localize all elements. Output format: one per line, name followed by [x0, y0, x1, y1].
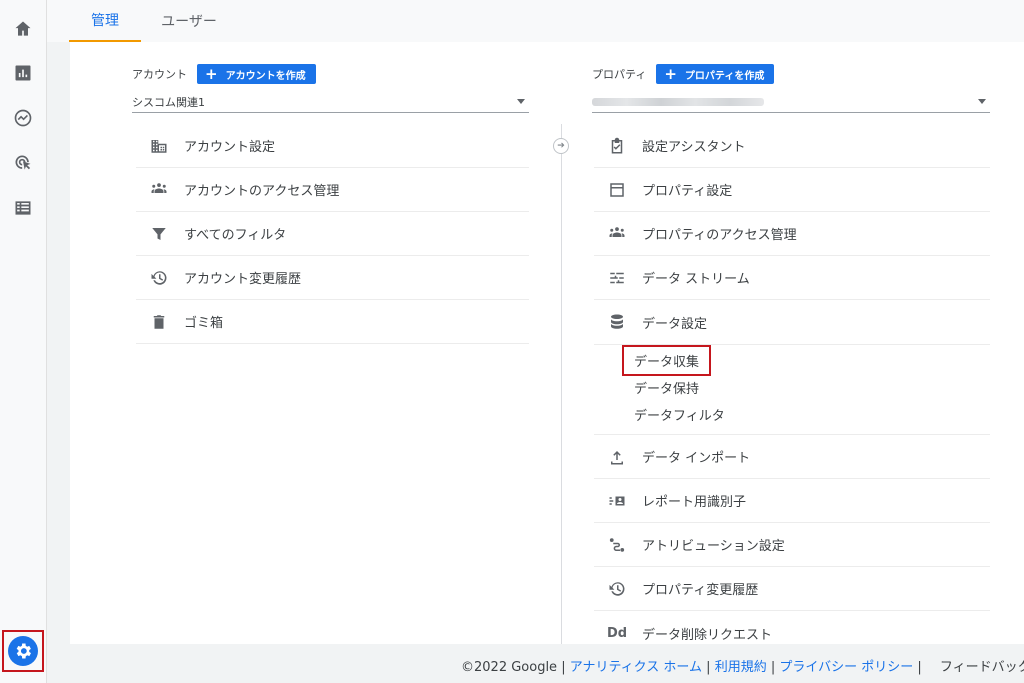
- data-deletion-item[interactable]: Dd データ削除リクエスト: [594, 611, 990, 655]
- attribution-settings-item[interactable]: アトリビューション設定: [594, 523, 990, 567]
- create-property-label: プロパティを作成: [684, 70, 765, 82]
- data-retention-item[interactable]: データ保持: [594, 374, 990, 401]
- reporting-identity-item[interactable]: レポート用識別子: [594, 479, 990, 523]
- copyright: ©2022 Google |: [461, 660, 570, 675]
- account-settings-label: アカウント設定: [184, 140, 276, 155]
- data-streams-label: データ ストリーム: [642, 272, 750, 287]
- attribution-settings-label: アトリビューション設定: [642, 539, 785, 554]
- configure-icon[interactable]: [8, 193, 38, 223]
- data-collection-item[interactable]: データ収集: [594, 345, 990, 376]
- property-history-label: プロパティ変更履歴: [642, 583, 759, 598]
- admin-panel: アカウント + アカウントを作成 シスコム関連1 アカウント設定 アカウントのア…: [70, 42, 1024, 644]
- account-header: アカウント + アカウントを作成: [132, 63, 316, 85]
- admin-settings-button[interactable]: [2, 630, 44, 672]
- create-property-button[interactable]: + プロパティを作成: [656, 64, 775, 84]
- tab-bar: 管理 ユーザー: [47, 0, 1024, 42]
- property-access-label: プロパティのアクセス管理: [642, 228, 797, 243]
- home-icon[interactable]: [8, 14, 38, 44]
- property-history-item[interactable]: プロパティ変更履歴: [594, 567, 990, 611]
- account-label: アカウント: [132, 68, 187, 81]
- property-menu: 設定アシスタント プロパティ設定 プロパティのアクセス管理 データ ストリーム …: [594, 124, 990, 655]
- all-filters-label: すべてのフィルタ: [184, 228, 287, 243]
- people-icon: [144, 181, 174, 199]
- data-settings-label: データ設定: [642, 316, 708, 332]
- setup-assistant-item[interactable]: 設定アシスタント: [594, 124, 990, 168]
- tab-admin[interactable]: 管理: [69, 0, 141, 42]
- footer-separator: |: [766, 660, 780, 675]
- property-header: プロパティ + プロパティを作成: [592, 63, 775, 85]
- checklist-icon: [602, 137, 632, 155]
- footer-separator: |: [913, 660, 926, 675]
- history-icon: [602, 580, 632, 598]
- account-menu: アカウント設定 アカウントのアクセス管理 すべてのフィルタ アカウント変更履歴 …: [136, 124, 529, 344]
- plus-icon: +: [664, 64, 677, 83]
- data-deletion-label: データ削除リクエスト: [642, 627, 773, 643]
- terms-link[interactable]: 利用規約: [715, 660, 767, 675]
- history-icon: [144, 269, 174, 287]
- data-import-item[interactable]: データ インポート: [594, 435, 990, 479]
- data-collection-label: データ収集: [622, 345, 712, 376]
- data-settings-submenu: データ収集 データ保持 データフィルタ: [594, 344, 990, 435]
- identity-icon: [602, 492, 632, 510]
- arrow-right-icon[interactable]: ➔: [553, 138, 569, 154]
- all-filters-item[interactable]: すべてのフィルタ: [136, 212, 529, 256]
- layout-icon: [602, 181, 632, 199]
- trash-label: ゴミ箱: [184, 316, 224, 331]
- property-selector[interactable]: [592, 91, 990, 113]
- stream-icon: [602, 269, 632, 287]
- data-streams-item[interactable]: データ ストリーム: [594, 256, 990, 300]
- advertising-icon[interactable]: [8, 148, 38, 178]
- setup-assistant-label: 設定アシスタント: [642, 140, 746, 155]
- left-nav-rail: [0, 0, 47, 683]
- dropdown-caret-icon: [517, 99, 525, 104]
- dd-icon: Dd: [606, 625, 628, 641]
- people-icon: [602, 225, 632, 243]
- column-divider: [561, 124, 562, 644]
- property-label: プロパティ: [592, 68, 647, 81]
- blurred-property-name: [592, 97, 764, 106]
- account-access-item[interactable]: アカウントのアクセス管理: [136, 168, 529, 212]
- account-selector[interactable]: シスコム関連1: [132, 91, 529, 113]
- trash-item[interactable]: ゴミ箱: [136, 300, 529, 344]
- reports-icon[interactable]: [8, 58, 38, 88]
- account-history-item[interactable]: アカウント変更履歴: [136, 256, 529, 300]
- account-access-label: アカウントのアクセス管理: [184, 184, 340, 199]
- data-settings-item[interactable]: データ設定: [594, 300, 990, 344]
- account-selected: シスコム関連1: [132, 95, 205, 109]
- tab-user[interactable]: ユーザー: [145, 0, 233, 42]
- footer-separator: |: [702, 660, 715, 675]
- privacy-link[interactable]: プライバシー ポリシー: [779, 660, 913, 675]
- footer: ©2022 Google | アナリティクス ホーム | 利用規約 | プライバ…: [461, 656, 1024, 675]
- gear-icon: [8, 636, 38, 666]
- building-icon: [144, 137, 174, 155]
- property-settings-label: プロパティ設定: [642, 184, 733, 199]
- data-import-label: データ インポート: [642, 451, 751, 466]
- property-settings-item[interactable]: プロパティ設定: [594, 168, 990, 212]
- create-account-button[interactable]: + アカウントを作成: [197, 64, 316, 84]
- account-history-label: アカウント変更履歴: [184, 272, 302, 287]
- analytics-home-link[interactable]: アナリティクス ホーム: [570, 660, 702, 675]
- data-filters-item[interactable]: データフィルタ: [594, 401, 990, 428]
- data-filters-label: データフィルタ: [634, 409, 725, 424]
- reporting-identity-label: レポート用識別子: [642, 495, 747, 510]
- filter-icon: [144, 225, 174, 243]
- plus-icon: +: [205, 64, 218, 83]
- attribution-icon: [602, 536, 632, 554]
- property-access-item[interactable]: プロパティのアクセス管理: [594, 212, 990, 256]
- dropdown-caret-icon: [978, 99, 986, 104]
- create-account-label: アカウントを作成: [225, 70, 306, 82]
- account-settings-item[interactable]: アカウント設定: [136, 124, 529, 168]
- data-retention-label: データ保持: [634, 382, 700, 397]
- trash-icon: [144, 313, 174, 331]
- explore-icon[interactable]: [8, 103, 38, 133]
- upload-icon: [602, 448, 632, 466]
- database-icon: [602, 313, 632, 331]
- feedback-link[interactable]: フィードバック: [940, 660, 1024, 675]
